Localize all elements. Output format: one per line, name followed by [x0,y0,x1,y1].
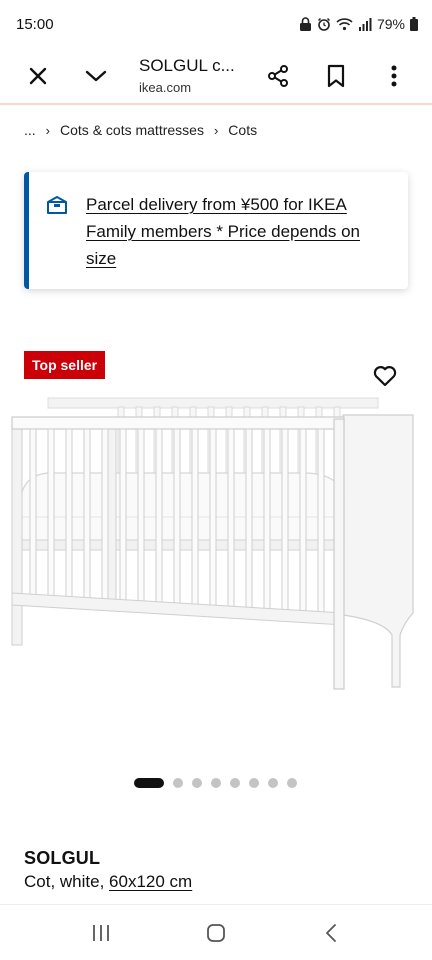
top-seller-badge: Top seller [24,351,106,379]
bookmark-button[interactable] [316,56,356,96]
page-title-block: SOLGUL c... ikea.com [139,48,235,104]
lock-icon [299,17,311,31]
battery-icon [410,17,418,31]
page-title: SOLGUL c... [139,56,235,75]
image-carousel-dots [134,778,297,788]
status-icons: 79% [299,16,418,32]
chevron-down-icon [85,70,107,82]
home-button[interactable] [192,909,240,957]
product-desc-text: Cot, white, [24,872,110,891]
minimize-button[interactable] [76,56,116,96]
product-name: SOLGUL [24,848,101,868]
delivery-banner: Parcel delivery from ¥500 for IKEA Famil… [24,172,408,289]
header-divider [0,103,432,105]
status-time: 15:00 [16,15,54,33]
carousel-dot-7[interactable] [268,778,278,788]
alarm-icon [317,17,330,31]
recents-icon [93,924,110,941]
home-icon [207,923,225,942]
breadcrumb-ellipsis[interactable]: ... [24,122,36,138]
carousel-dot-1[interactable] [134,778,164,788]
status-bar: 15:00 79% [0,0,432,48]
browser-toolbar: SOLGUL c... ikea.com [0,48,432,104]
chevron-right-icon: › [213,122,219,138]
page-url: ikea.com [139,80,192,95]
wifi-icon [336,18,353,31]
close-tab-button[interactable] [18,56,58,96]
carousel-dot-4[interactable] [211,778,221,788]
more-vert-icon [391,65,397,87]
breadcrumb-item-cots[interactable]: Cots [228,122,257,138]
system-nav-bar [0,904,432,960]
share-icon [268,65,288,87]
battery-percent: 79% [376,16,405,32]
breadcrumb: ... › Cots & cots mattresses › Cots [24,122,257,138]
signal-icon [358,18,372,31]
product-image[interactable] [8,395,428,695]
delivery-box-icon [47,196,67,214]
recent-apps-button[interactable] [77,909,125,957]
more-options-button[interactable] [374,56,414,96]
product-description: Cot, white, 60x120 cm [24,872,192,892]
back-icon [325,923,336,942]
chevron-right-icon: › [45,122,51,138]
breadcrumb-item-cots-mattresses[interactable]: Cots & cots mattresses [60,122,204,138]
close-icon [29,67,47,85]
delivery-info-link[interactable]: Parcel delivery from ¥500 for IKEA Famil… [86,191,386,272]
heart-icon [373,366,397,387]
share-button[interactable] [258,56,298,96]
carousel-dot-5[interactable] [230,778,240,788]
back-button[interactable] [307,909,355,957]
favourite-button[interactable] [369,360,401,392]
carousel-dot-2[interactable] [173,778,183,788]
banner-accent [24,172,29,289]
bookmark-icon [327,64,345,88]
carousel-dot-3[interactable] [192,778,202,788]
carousel-dot-6[interactable] [249,778,259,788]
product-size-link[interactable]: 60x120 cm [109,872,192,891]
carousel-dot-8[interactable] [287,778,297,788]
